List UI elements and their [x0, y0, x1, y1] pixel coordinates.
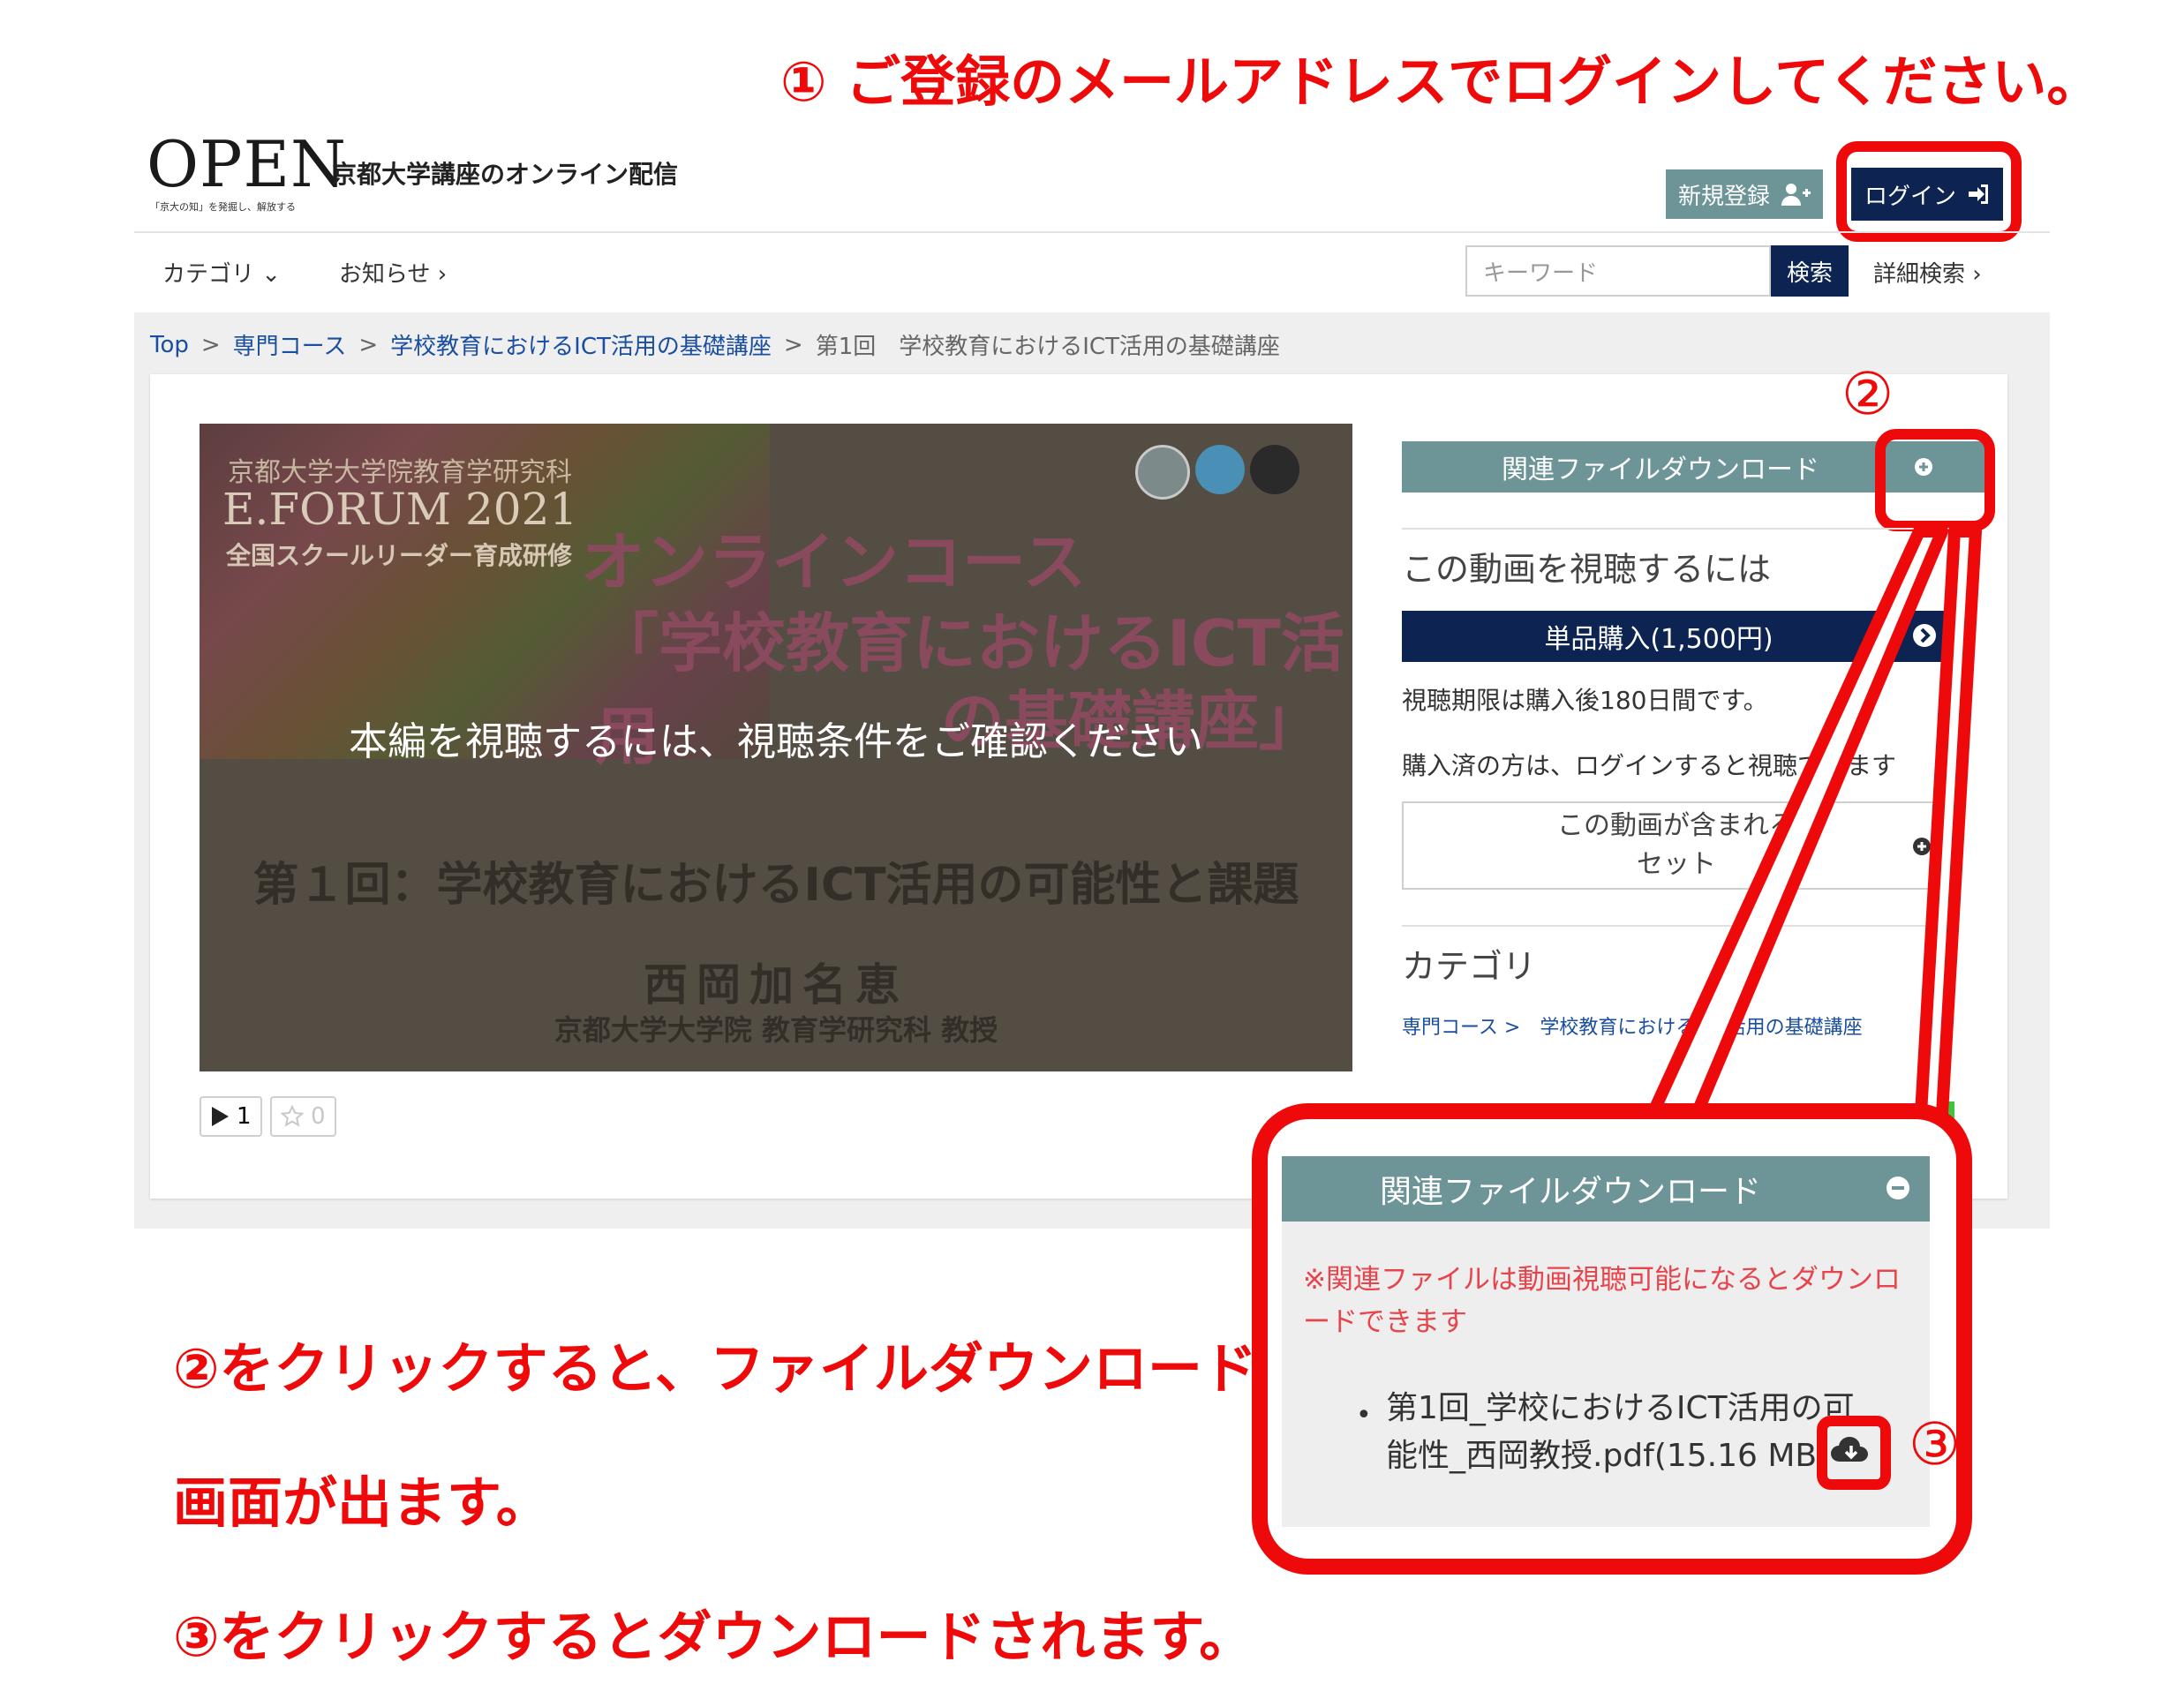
cloud-download-icon[interactable]	[1829, 1430, 1873, 1474]
instruction-step3: ③をクリックするとダウンロードされます。	[173, 1605, 1254, 1669]
download-availability-note: ※関連ファイルは動画視聴可能になるとダウンロードできます	[1303, 1264, 1901, 1338]
instruction-step2-line1: ②をクリックすると、ファイルダウンロード	[173, 1336, 1258, 1401]
file-name-line2[interactable]: 能性_西岡教授.pdf(15.16 MB)	[1386, 1430, 1829, 1476]
minus-circle-icon[interactable]	[1882, 1172, 1914, 1204]
file-bullet: •	[1356, 1400, 1372, 1431]
annotation-number-3: ③	[1909, 1410, 1962, 1478]
zoom-download-header[interactable]: 関連ファイルダウンロード	[1282, 1156, 1930, 1222]
file-name-line1[interactable]: 第1回_学校におけるICT活用の可	[1386, 1382, 1855, 1428]
zoom-download-title: 関連ファイルダウンロード	[1379, 1174, 1761, 1210]
instruction-step2-line2: 画面が出ます。	[173, 1470, 551, 1535]
